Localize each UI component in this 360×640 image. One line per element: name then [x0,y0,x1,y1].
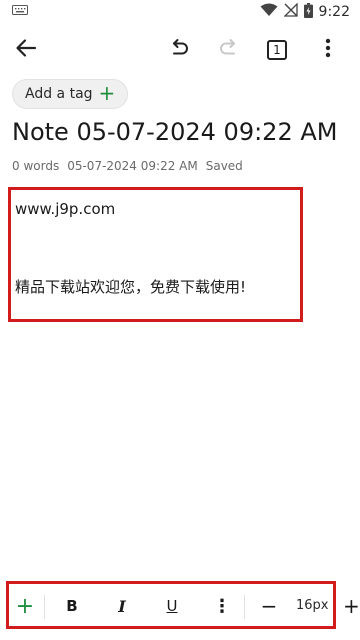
more-options-button[interactable] [312,34,344,66]
note-meta: 0 words 05-07-2024 09:22 AM Saved [12,159,243,173]
format-toolbar: + B I U ⋮ − 16px + [0,581,360,633]
more-vert-icon: ⋮ [213,595,231,617]
note-title[interactable]: Note 05-07-2024 09:22 AM [12,118,337,146]
plus-icon: + [343,594,360,618]
undo-button[interactable] [163,34,195,66]
top-toolbar: 1 [0,28,360,72]
minus-icon: − [260,594,278,618]
underline-button[interactable]: U [160,591,184,621]
editor-line: www.j9p.com [15,200,116,218]
plus-icon: + [98,81,116,105]
add-tag-button[interactable]: Add a tag + [12,79,129,109]
pages-button[interactable]: 1 [261,34,293,66]
increase-font-button[interactable]: + [343,591,360,621]
status-bar: 9:22 [0,0,360,24]
bold-icon: B [66,597,78,615]
save-status: Saved [205,159,243,173]
page-count: 1 [273,43,281,57]
note-editor[interactable]: www.j9p.com 精品下载站欢迎您，免费下载使用! [8,187,303,322]
word-count: 0 words [12,159,60,173]
italic-icon: I [118,596,126,616]
insert-button[interactable]: + [13,591,37,621]
underline-icon: U [166,597,178,615]
format-more-button[interactable]: ⋮ [210,591,234,621]
redo-button[interactable] [213,34,245,66]
decrease-font-button[interactable]: − [257,591,281,621]
back-button[interactable] [10,34,42,66]
back-arrow-icon [15,37,37,63]
battery-icon [303,2,313,22]
divider [44,595,45,619]
no-signal-icon [282,2,298,21]
italic-button[interactable]: I [110,591,134,621]
status-time: 9:22 [318,4,350,20]
redo-icon [218,37,240,63]
font-size-value: 16px [296,598,329,613]
add-tag-label: Add a tag [25,86,93,102]
keyboard-icon [12,4,28,20]
plus-icon: + [15,593,35,619]
bold-button[interactable]: B [60,591,84,621]
undo-icon [168,37,190,63]
more-vert-icon [325,38,331,62]
note-timestamp: 05-07-2024 09:22 AM [67,159,198,173]
divider [244,595,245,619]
wifi-icon [260,3,278,21]
pages-icon: 1 [267,40,287,60]
editor-line: 精品下载站欢迎您，免费下载使用! [15,278,247,296]
